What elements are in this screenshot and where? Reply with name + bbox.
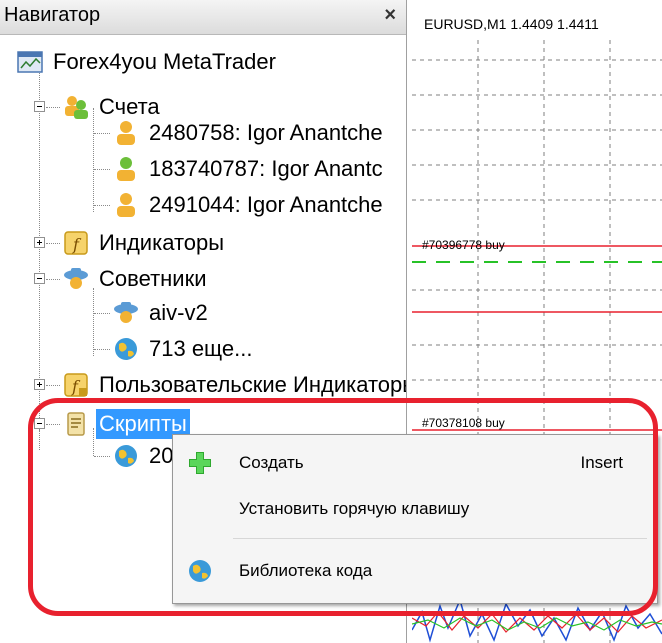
order-label: #70396778 buy — [422, 238, 505, 252]
menu-item-code-library[interactable]: Библиотека кода — [173, 549, 657, 593]
tree-line — [94, 313, 110, 314]
tree-line — [46, 243, 60, 244]
account-icon — [117, 193, 135, 217]
tree-line — [46, 424, 60, 425]
custom-indicators-expand-toggle[interactable] — [34, 379, 45, 390]
accounts-collapse-toggle[interactable] — [34, 101, 45, 112]
tree-item-experts-label: Советники — [99, 266, 207, 291]
tree-item-expert-label: aiv-v2 — [149, 300, 208, 325]
tree-item-custom-indicators[interactable]: f Пользовательские Индикаторы — [62, 367, 406, 403]
account-icon — [117, 121, 135, 145]
tree-line — [94, 133, 110, 134]
tree-root[interactable]: Forex4you MetaTrader — [16, 44, 279, 80]
tree-item-account[interactable]: 2491044: Igor Anantche — [112, 187, 386, 223]
tree-line — [46, 385, 60, 386]
tree-line — [94, 349, 110, 350]
tree-item-expert[interactable]: aiv-v2 — [112, 295, 211, 331]
tree-item-account-label: 183740787: Igor Anantc — [149, 156, 383, 181]
custom-indicators-icon: f — [64, 373, 88, 397]
tree-item-more-experts-label: 713 еще... — [149, 336, 253, 361]
menu-separator — [233, 538, 647, 539]
experts-collapse-toggle[interactable] — [34, 273, 45, 284]
menu-item-set-hotkey-label: Установить горячую клавишу — [239, 499, 470, 518]
tree-line — [39, 430, 40, 450]
expert-advisor-icon — [64, 268, 88, 289]
order-label: #70378108 buy — [422, 416, 505, 430]
tree-item-custom-indicators-label: Пользовательские Индикаторы — [99, 372, 406, 397]
close-icon[interactable]: × — [384, 2, 396, 28]
tree-item-scripts[interactable]: Скрипты — [62, 406, 190, 442]
accounts-icon — [65, 96, 88, 119]
indicators-expand-toggle[interactable] — [34, 237, 45, 248]
navigator-header: Навигатор × — [0, 0, 406, 35]
scripts-icon — [67, 412, 85, 436]
menu-item-create[interactable]: Создать Insert — [173, 441, 657, 485]
tree-line — [93, 288, 94, 356]
context-menu: Создать Insert Установить горячую клавиш… — [172, 434, 658, 604]
menu-item-create-label: Создать — [239, 453, 304, 472]
account-icon — [117, 157, 135, 181]
globe-icon — [115, 445, 137, 467]
tree-line — [94, 456, 110, 457]
scripts-collapse-toggle[interactable] — [34, 418, 45, 429]
expert-advisor-icon — [114, 302, 138, 323]
tree-item-account-label: 2491044: Igor Anantche — [149, 192, 383, 217]
tree-line — [39, 70, 40, 430]
tree-line — [94, 169, 110, 170]
tree-item-account[interactable]: 183740787: Igor Anantc — [112, 151, 386, 187]
plus-icon — [189, 452, 211, 474]
tree-item-account-label: 2480758: Igor Anantche — [149, 120, 383, 145]
menu-item-set-hotkey[interactable]: Установить горячую клавишу — [173, 487, 657, 531]
tree-item-indicators[interactable]: f Индикаторы — [62, 225, 227, 261]
navigator-title: Навигатор — [4, 4, 101, 26]
tree-line — [94, 205, 110, 206]
globe-icon — [189, 560, 211, 582]
globe-icon — [115, 338, 137, 360]
tree-item-more-experts[interactable]: 713 еще... — [112, 331, 255, 367]
tree-line — [46, 107, 60, 108]
tree-item-indicators-label: Индикаторы — [99, 230, 225, 255]
chart-title: EURUSD,M1 1.4409 1.4411 — [424, 16, 599, 32]
tree-root-label: Forex4you MetaTrader — [53, 49, 276, 74]
tree-item-experts[interactable]: Советники — [62, 261, 210, 297]
indicators-icon: f — [64, 231, 88, 255]
price-line — [412, 597, 662, 643]
terminal-icon — [17, 51, 43, 73]
tree-item-script[interactable]: 20 — [112, 438, 176, 474]
menu-item-code-library-label: Библиотека кода — [239, 561, 373, 580]
menu-item-create-shortcut: Insert — [580, 453, 623, 472]
tree-item-account[interactable]: 2480758: Igor Anantche — [112, 115, 386, 151]
tree-line — [46, 279, 60, 280]
